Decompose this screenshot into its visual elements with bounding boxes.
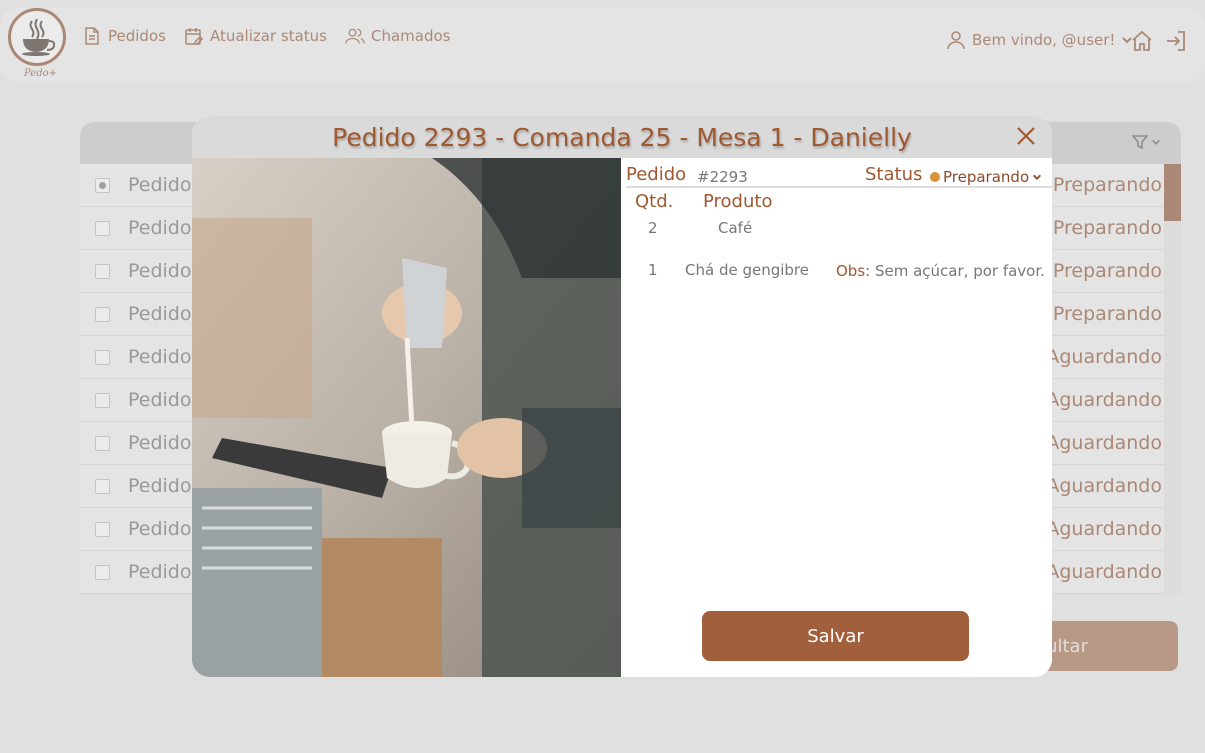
chevron-down-icon [1033,174,1042,180]
pedido-label: Pedido [626,164,687,185]
item-1-qty: 2 [648,219,658,237]
obs-text: Sem açúcar, por favor. [874,262,1045,280]
modal-title: Pedido 2293 - Comanda 25 - Mesa 1 - Dani… [192,116,1052,158]
col-produto: Produto [703,191,773,212]
order-details: Pedido #2293 Status Preparando Qtd. Prod… [621,158,1052,677]
col-qtd: Qtd. [635,191,674,212]
item-2-obs: Obs: Sem açúcar, por favor. [836,262,1045,280]
obs-label: Obs: [836,262,871,280]
status-label: Status [865,164,923,185]
order-modal: Pedido 2293 - Comanda 25 - Mesa 1 - Dani… [192,116,1052,677]
close-icon[interactable] [1014,124,1038,148]
status-dot-icon [930,172,940,182]
save-button[interactable]: Salvar [702,611,969,661]
barista-photo [192,158,621,677]
pedido-number: #2293 [697,168,748,186]
modal-title-text: Pedido 2293 - Comanda 25 - Mesa 1 - Dani… [332,122,912,152]
status-select[interactable]: Preparando [930,168,1042,186]
item-2-product: Chá de gengibre [685,261,809,279]
order-info-row: Pedido #2293 Status Preparando [626,164,1052,188]
item-2-qty: 1 [648,261,658,279]
status-value: Preparando [943,168,1030,186]
item-1-product: Café [718,219,753,237]
